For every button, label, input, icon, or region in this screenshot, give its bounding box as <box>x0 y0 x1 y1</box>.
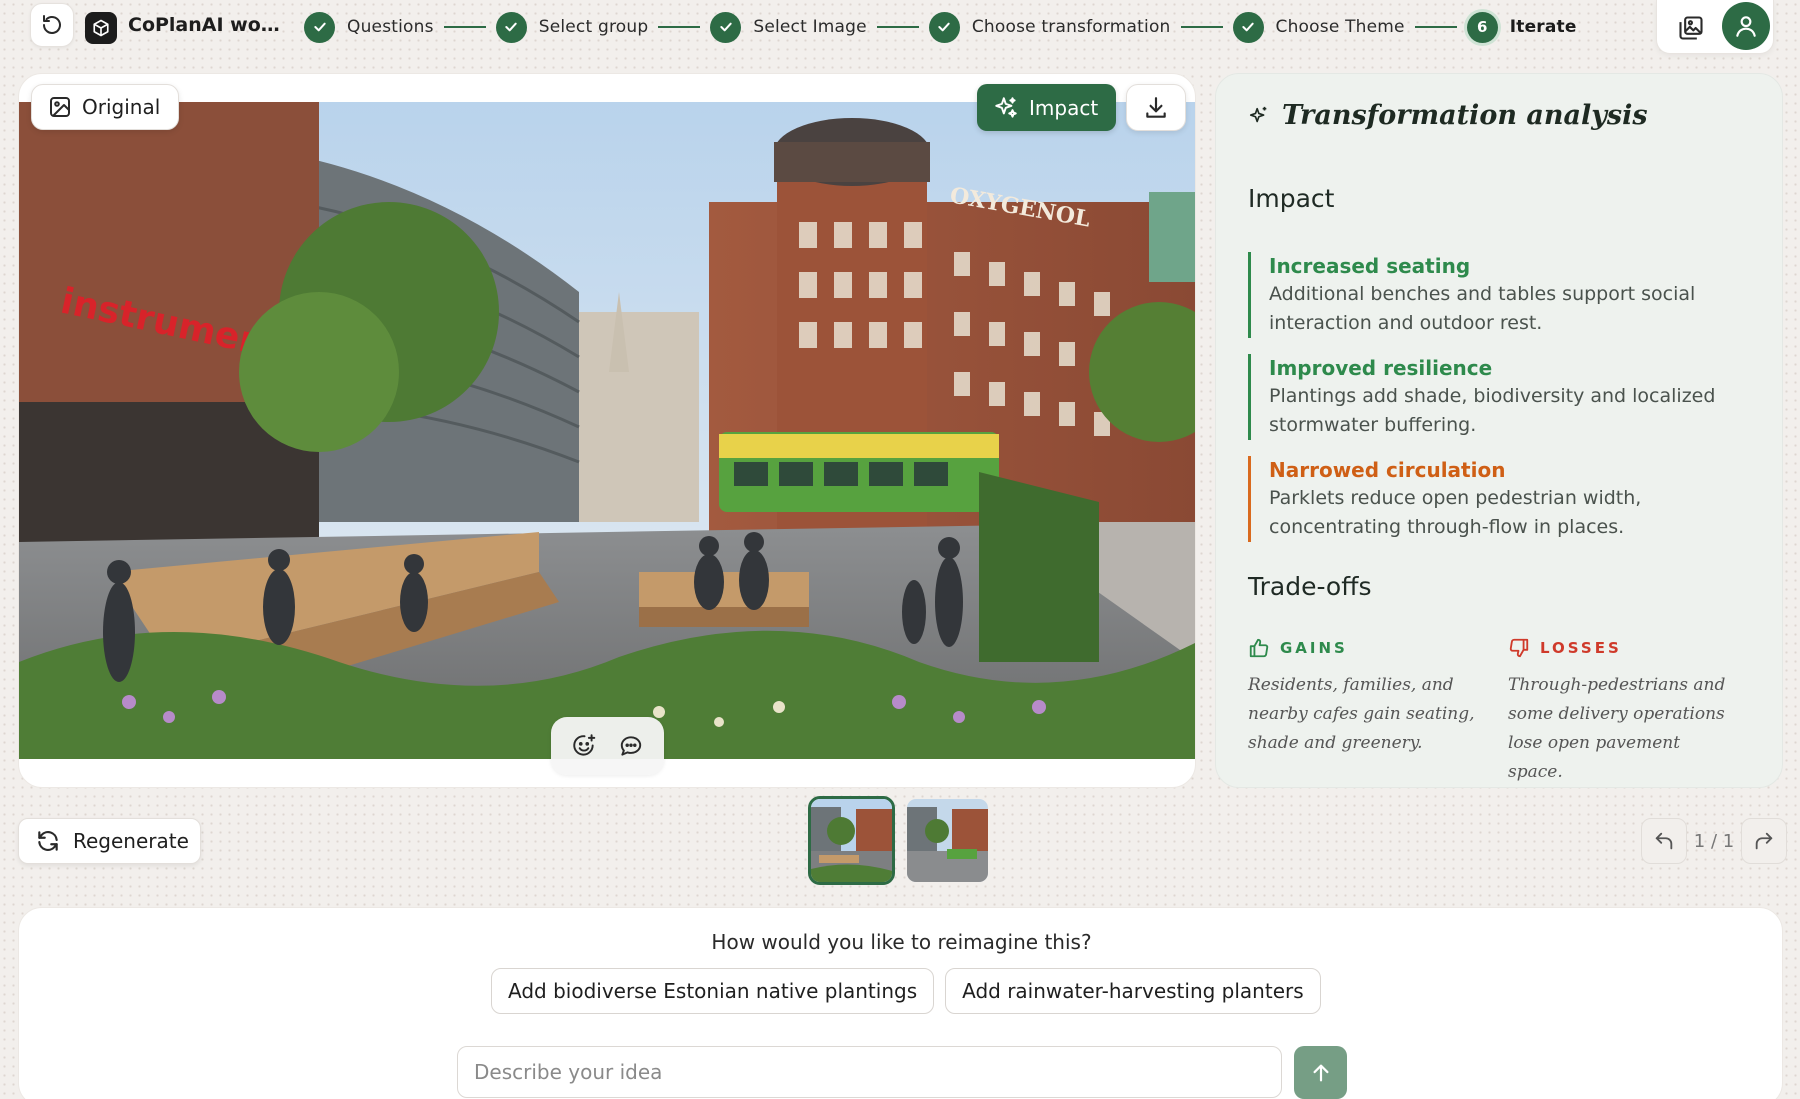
progress-stepper: Questions Select group Select Image Choo… <box>304 11 1577 43</box>
refresh-icon <box>38 831 58 851</box>
check-icon <box>710 11 742 43</box>
step-select-group[interactable]: Select group <box>495 11 649 43</box>
sparkle-icon <box>1249 106 1267 122</box>
original-label: Original <box>82 95 161 119</box>
step-connector <box>1180 26 1223 28</box>
download-icon <box>1146 96 1166 118</box>
impact-item: Improved resilience Plantings add shade,… <box>1248 354 1748 440</box>
suggestion-chip[interactable]: Add rainwater-harvesting planters <box>945 968 1321 1014</box>
impact-item-title: Increased seating <box>1269 254 1471 278</box>
impact-label: Impact <box>1029 95 1099 120</box>
impact-item-description: Parklets reduce open pedestrian width, c… <box>1269 487 1642 538</box>
top-right-actions <box>1656 0 1774 54</box>
impact-item: Increased seating Additional benches and… <box>1248 252 1748 338</box>
analysis-header: Transformation analysis <box>1248 100 1648 131</box>
step-number-badge: 6 <box>1466 11 1498 43</box>
impact-heading: Impact <box>1248 184 1335 213</box>
redo-button[interactable] <box>1741 818 1787 864</box>
step-iterate[interactable]: 6 Iterate <box>1466 11 1577 43</box>
losses-label: LOSSES <box>1540 639 1622 657</box>
original-toggle-button[interactable]: Original <box>31 84 180 130</box>
gallery-icon <box>1679 16 1703 40</box>
prompt-question: How would you like to reimagine this? <box>711 930 1092 954</box>
suggestion-chip[interactable]: Add biodiverse Estonian native plantings <box>491 968 935 1014</box>
check-icon <box>495 11 527 43</box>
impact-item-description: Plantings add shade, biodiversity and lo… <box>1269 385 1716 436</box>
step-choose-transformation[interactable]: Choose transformation <box>928 11 1171 43</box>
thumbnail-image <box>811 799 892 882</box>
thumbs-down-icon <box>1509 638 1529 658</box>
step-label: Choose Theme <box>1275 17 1405 37</box>
tradeoffs: GAINS Residents, families, and nearby ca… <box>1248 637 1768 787</box>
impact-list: Increased seating Additional benches and… <box>1248 252 1748 558</box>
download-button[interactable] <box>1126 84 1186 131</box>
step-label: Questions <box>347 17 434 37</box>
step-connector <box>658 26 701 28</box>
losses-text: Through-pedestrians and some delivery op… <box>1508 675 1726 782</box>
step-select-image[interactable]: Select Image <box>710 11 867 43</box>
arrow-up-icon <box>1312 1064 1329 1081</box>
thumbnail-current[interactable] <box>808 796 895 885</box>
step-questions[interactable]: Questions <box>304 11 434 43</box>
version-thumbnails <box>808 796 1000 885</box>
step-label: Choose transformation <box>971 17 1171 37</box>
thumbs-up-icon <box>1249 638 1269 658</box>
impact-button[interactable]: Impact <box>977 84 1116 131</box>
redo-icon <box>1755 832 1773 850</box>
restart-button[interactable] <box>30 3 74 47</box>
impact-item: Narrowed circulation Parklets reduce ope… <box>1248 456 1748 542</box>
restart-icon <box>43 15 61 34</box>
impact-item-description: Additional benches and tables support so… <box>1269 283 1696 334</box>
comment-icon <box>620 736 641 756</box>
gains-column: GAINS Residents, families, and nearby ca… <box>1248 637 1508 787</box>
check-icon <box>1232 11 1264 43</box>
regenerate-button[interactable]: Regenerate <box>18 818 201 864</box>
top-bar: CoPlanAI work... Questions Select group … <box>0 0 1800 54</box>
page-counter: 1 / 1 <box>1693 830 1735 852</box>
impact-item-title: Narrowed circulation <box>1269 458 1506 482</box>
step-connector <box>1414 26 1457 28</box>
idea-input[interactable] <box>457 1046 1282 1098</box>
gains-label: GAINS <box>1280 639 1348 657</box>
check-icon <box>928 11 960 43</box>
gains-header: GAINS <box>1248 637 1508 659</box>
suggestion-chips: Add biodiverse Estonian native plantings… <box>491 968 1332 1014</box>
tradeoffs-heading: Trade-offs <box>1248 572 1372 601</box>
add-reaction-button[interactable] <box>564 726 604 766</box>
thumbnail-original[interactable] <box>904 796 991 885</box>
reimagine-prompt-panel: How would you like to reimagine this? Ad… <box>18 907 1783 1099</box>
gains-text: Residents, families, and nearby cafes ga… <box>1248 675 1475 753</box>
step-label: Iterate <box>1509 17 1577 37</box>
smiley-plus-icon <box>573 734 596 756</box>
app-logo <box>85 12 117 44</box>
sparkles-icon <box>995 96 1017 118</box>
feedback-bar <box>551 717 664 775</box>
image-panel: OXYGENOL instrumentarium Original Impact <box>18 73 1196 788</box>
regenerate-label: Regenerate <box>73 829 189 853</box>
losses-header: LOSSES <box>1508 637 1768 659</box>
send-button[interactable] <box>1294 1046 1347 1099</box>
losses-column: LOSSES Through-pedestrians and some deli… <box>1508 637 1768 787</box>
user-icon <box>1736 16 1756 37</box>
thumbnail-image <box>907 799 988 882</box>
impact-item-title: Improved resilience <box>1269 356 1493 380</box>
transformation-analysis-panel: Transformation analysis Impact Increased… <box>1215 73 1783 788</box>
step-label: Select group <box>538 17 649 37</box>
user-avatar[interactable] <box>1722 2 1770 50</box>
gallery-button[interactable] <box>1671 8 1711 48</box>
check-icon <box>304 11 335 43</box>
step-connector <box>876 26 919 28</box>
undo-button[interactable] <box>1641 818 1687 864</box>
step-label: Select Image <box>753 17 867 37</box>
step-connector <box>443 26 486 28</box>
history-pager: 1 / 1 <box>1641 818 1787 864</box>
step-choose-theme[interactable]: Choose Theme <box>1232 11 1405 43</box>
workspace-title[interactable]: CoPlanAI work... <box>128 14 280 36</box>
image-icon <box>50 97 70 117</box>
transformed-street-image: OXYGENOL instrumentarium <box>19 102 1195 759</box>
cube-icon <box>93 19 109 37</box>
comment-button[interactable] <box>611 726 651 766</box>
analysis-title: Transformation analysis <box>1282 100 1648 131</box>
undo-icon <box>1655 832 1673 850</box>
